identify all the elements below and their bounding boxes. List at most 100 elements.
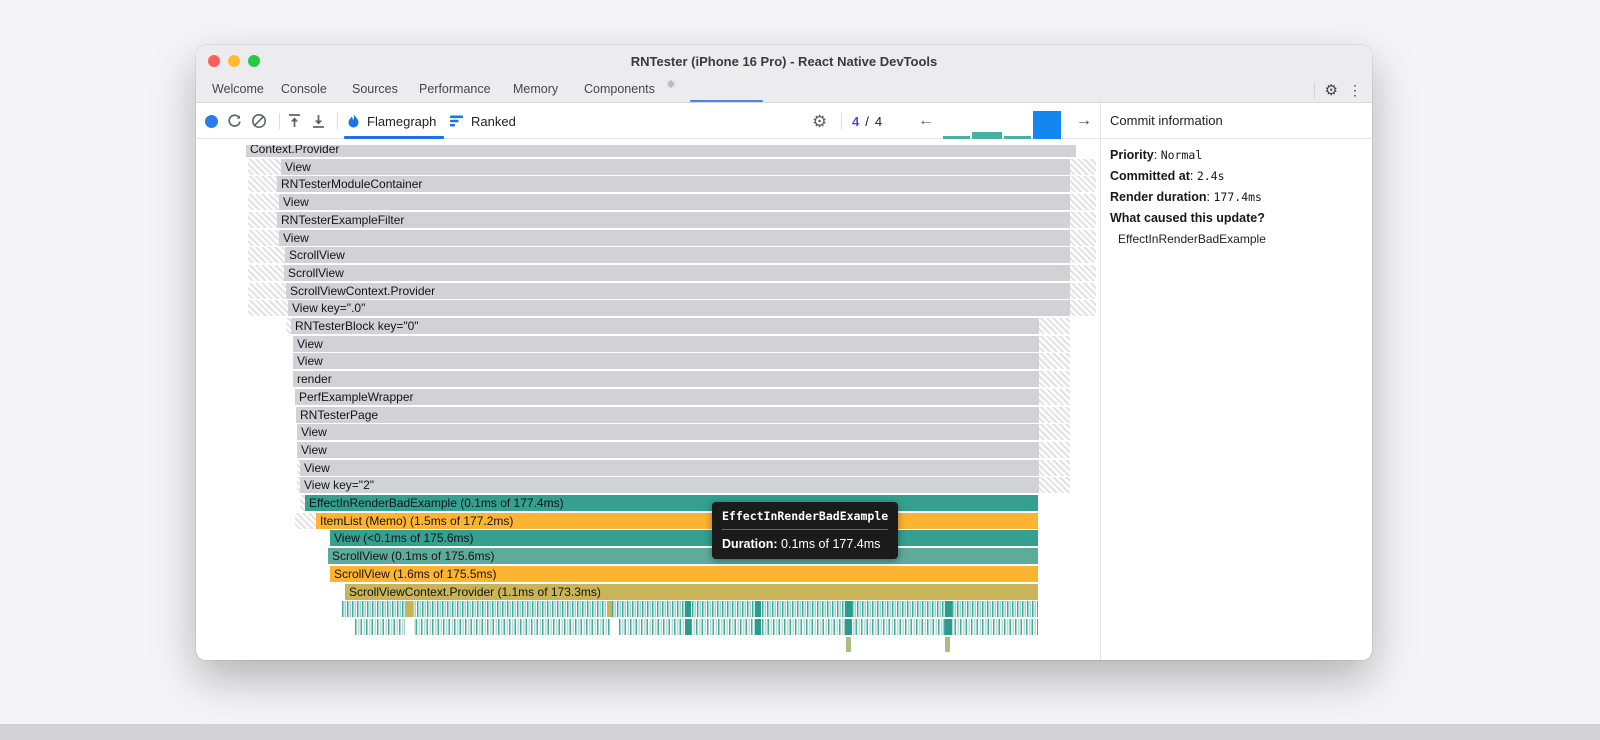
commit-history-chart[interactable] xyxy=(943,109,1063,139)
flame-bar[interactable]: View xyxy=(293,335,1039,352)
tab-flamegraph[interactable]: Flamegraph xyxy=(347,103,436,139)
flame-bar[interactable]: ScrollView (0.1ms of 175.6ms) xyxy=(328,548,1038,565)
commit-bar[interactable] xyxy=(1033,111,1061,139)
flame-row: View xyxy=(243,229,1096,246)
tab-performance[interactable]: Performance xyxy=(419,77,491,103)
flame-micro-accent[interactable] xyxy=(405,618,414,635)
tab-sources[interactable]: Sources xyxy=(352,77,398,103)
flame-micro-accent[interactable] xyxy=(755,618,761,635)
flame-icon xyxy=(347,113,360,129)
commit-info-header: Commit information xyxy=(1110,113,1223,128)
flame-bar[interactable]: View key="2" xyxy=(300,477,1039,494)
flame-row xyxy=(243,636,1096,653)
flame-bar[interactable]: View xyxy=(279,194,1070,211)
flame-bar[interactable]: View xyxy=(293,353,1039,370)
flame-micro-accent[interactable] xyxy=(405,601,413,618)
flame-micro-accent[interactable] xyxy=(610,618,618,635)
flame-row: View xyxy=(243,353,1096,370)
flame-bar[interactable]: View xyxy=(300,459,1039,476)
flame-micro-accent[interactable] xyxy=(755,601,761,618)
flame-bar[interactable] xyxy=(945,636,950,652)
tab-ranked-label: Ranked xyxy=(471,113,516,129)
flame-row: View key="2" xyxy=(243,477,1096,494)
flame-bar[interactable]: View key=".0" xyxy=(288,300,1070,317)
flame-row: RNTesterModuleContainer xyxy=(243,176,1096,193)
tab-profiler-selected-underline[interactable] xyxy=(690,99,763,102)
tab-ranked[interactable]: Ranked xyxy=(450,103,516,139)
tab-components[interactable]: Components xyxy=(584,77,655,103)
flame-bar[interactable]: EffectInRenderBadExample (0.1ms of 177.4… xyxy=(305,495,1038,511)
record-button[interactable] xyxy=(205,114,218,128)
settings-gear-icon[interactable]: ⚙ xyxy=(1325,83,1338,98)
commit-bar[interactable] xyxy=(972,132,1002,139)
commit-bar[interactable] xyxy=(943,136,970,139)
save-profile-icon[interactable] xyxy=(310,103,327,139)
flame-bar[interactable]: ItemList (Memo) (1.5ms of 177.2ms) xyxy=(316,512,1038,529)
update-cause-item[interactable]: EffectInRenderBadExample xyxy=(1110,232,1360,246)
hatch-region xyxy=(1039,335,1070,352)
render-duration-field: Render duration: 177.4ms xyxy=(1110,190,1262,204)
committed-at-field: Committed at: 2.4s xyxy=(1110,169,1225,183)
flame-bar[interactable]: View xyxy=(297,441,1039,458)
panel-divider xyxy=(1100,103,1101,660)
profiler-settings-gear-icon[interactable]: ⚙ xyxy=(812,103,827,139)
flame-micro-accent[interactable] xyxy=(845,618,852,635)
flame-bar[interactable]: ScrollView (1.6ms of 175.5ms) xyxy=(330,565,1038,582)
hatch-region xyxy=(1039,318,1070,334)
devtools-tabstrip: Welcome Console Sources Performance Memory Co… xyxy=(196,77,1372,103)
previous-commit-arrow-icon[interactable]: ← xyxy=(918,103,934,139)
flame-bar[interactable]: ScrollViewContext.Provider (1.1ms of 173… xyxy=(345,583,1038,600)
flame-bar[interactable]: ScrollView xyxy=(284,264,1070,281)
tab-console[interactable]: Console xyxy=(281,77,327,103)
flame-micro-accent[interactable] xyxy=(945,601,952,618)
commit-bar[interactable] xyxy=(1004,136,1031,139)
flame-bar[interactable]: RNTesterBlock key="0" xyxy=(291,318,1039,334)
flame-bar[interactable]: RNTesterPage xyxy=(296,406,1039,423)
tooltip-component-name: EffectInRenderBadExample xyxy=(722,509,889,530)
flame-row: ScrollView (0.1ms of 175.6ms) xyxy=(243,548,1096,565)
flame-bar[interactable]: render xyxy=(293,371,1039,388)
hatch-region xyxy=(1070,229,1096,246)
committed-at-label: Committed at xyxy=(1110,169,1190,183)
priority-label: Priority xyxy=(1110,148,1154,162)
next-commit-arrow-icon[interactable]: → xyxy=(1076,103,1092,139)
flame-bar[interactable]: View (<0.1ms of 175.6ms) xyxy=(330,530,1038,547)
hatch-region xyxy=(248,211,277,228)
flame-bar[interactable]: Context.Provider xyxy=(246,145,1076,157)
flame-bar[interactable]: ScrollView xyxy=(285,247,1070,264)
divider xyxy=(841,113,842,129)
devtools-window: RNTester (iPhone 16 Pro) - React Native … xyxy=(196,45,1372,660)
update-cause-question: What caused this update? xyxy=(1110,211,1265,225)
hatch-region xyxy=(295,512,316,529)
clear-profile-icon[interactable] xyxy=(251,103,267,139)
hatch-region xyxy=(248,264,284,281)
kebab-menu-icon[interactable]: ⋮ xyxy=(1348,83,1362,97)
flame-bar[interactable]: View xyxy=(279,229,1070,246)
priority-field: Priority: Normal xyxy=(1110,148,1203,162)
flame-bar[interactable]: PerfExampleWrapper xyxy=(295,388,1039,405)
flame-bar[interactable]: View xyxy=(281,158,1070,175)
flame-micro-accent[interactable] xyxy=(845,601,852,618)
tab-flamegraph-label: Flamegraph xyxy=(367,113,437,129)
flame-micro-accent[interactable] xyxy=(945,618,952,635)
flame-micro-accent[interactable] xyxy=(685,601,691,618)
flame-bar[interactable]: ScrollViewContext.Provider xyxy=(286,282,1070,299)
tab-memory[interactable]: Memory xyxy=(513,77,558,103)
flame-bar[interactable]: View xyxy=(297,424,1039,441)
flame-row: View xyxy=(243,441,1096,458)
flame-row: View xyxy=(243,459,1096,476)
hatch-region xyxy=(1039,388,1070,405)
flame-row: Context.Provider xyxy=(243,145,1096,157)
flame-row: View xyxy=(243,158,1096,175)
commit-current[interactable]: 4 xyxy=(852,114,859,129)
reload-and-profile-icon[interactable] xyxy=(226,103,243,139)
flame-bar[interactable]: RNTesterExampleFilter xyxy=(277,211,1070,228)
flame-micro-accent[interactable] xyxy=(607,601,612,618)
flame-micro-accent[interactable] xyxy=(685,618,691,635)
flame-bar[interactable]: RNTesterModuleContainer xyxy=(277,176,1070,193)
render-duration-value: 177.4ms xyxy=(1213,190,1262,204)
flame-micro-bars[interactable] xyxy=(355,618,1038,635)
flame-bar[interactable] xyxy=(846,636,851,652)
load-profile-icon[interactable] xyxy=(286,103,303,139)
tab-welcome[interactable]: Welcome xyxy=(212,77,264,103)
